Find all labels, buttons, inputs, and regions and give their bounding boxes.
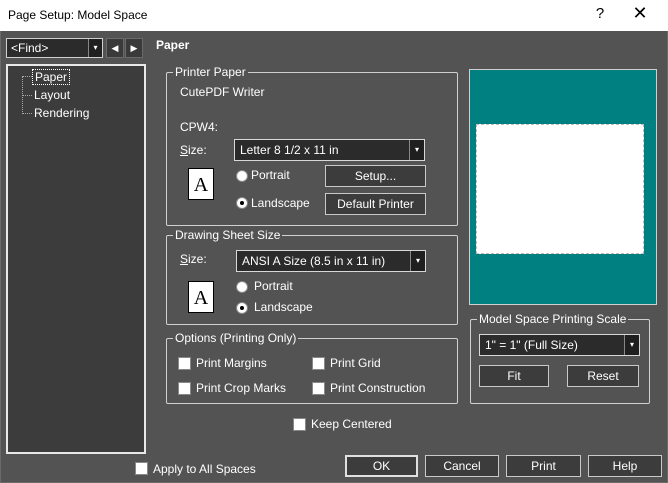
print-construction-checkbox[interactable]: [312, 382, 325, 395]
chevron-down-icon[interactable]: ▾: [409, 140, 424, 160]
printer-name: CutePDF Writer: [180, 85, 265, 99]
printer-paper-size-select[interactable]: Letter 8 1/2 x 11 in ▾: [234, 139, 425, 161]
section-title: Paper: [156, 38, 190, 52]
print-grid-label: Print Grid: [330, 356, 381, 370]
chevron-down-icon[interactable]: ▾: [410, 251, 425, 271]
size-mnemonic: S: [180, 143, 189, 157]
preview-paper: [476, 124, 644, 254]
printer-paper-size-value: Letter 8 1/2 x 11 in: [240, 143, 339, 157]
size-label-rest: ize:: [188, 252, 207, 266]
find-value: <Find>: [11, 41, 49, 55]
sheet-portrait-radio[interactable]: [236, 281, 248, 293]
sheet-portrait-label: Portrait: [254, 279, 293, 293]
scale-value: 1" = 1" (Full Size): [485, 338, 578, 352]
cancel-button[interactable]: Cancel: [425, 455, 499, 477]
page-preview: [469, 69, 657, 305]
tree-connector: [22, 113, 32, 114]
tree-item-layout[interactable]: Layout: [34, 88, 70, 102]
drawing-sheet-size-select[interactable]: ANSI A Size (8.5 in x 11 in) ▾: [236, 250, 426, 272]
tree-item-paper[interactable]: Paper: [32, 69, 71, 85]
scale-group: Model Space Printing Scale: [470, 312, 650, 404]
arrow-right-icon: ▶: [130, 43, 138, 53]
settings-tree: Paper Layout Rendering: [6, 64, 146, 454]
nav-back-button[interactable]: ◀: [106, 38, 124, 58]
size-mnemonic: S: [180, 252, 189, 266]
default-printer-button[interactable]: Default Printer: [325, 193, 426, 215]
fit-button[interactable]: Fit: [479, 365, 549, 387]
chevron-down-icon[interactable]: ▾: [624, 335, 639, 355]
sheet-orientation-icon: A: [188, 281, 216, 315]
sheet-landscape-label: Landscape: [254, 300, 313, 314]
landscape-radio[interactable]: [236, 197, 248, 209]
sheet-landscape-radio[interactable]: [236, 302, 248, 314]
landscape-label: Landscape: [251, 196, 310, 210]
print-button[interactable]: Print: [506, 455, 581, 477]
window-title: Page Setup: Model Space: [8, 8, 148, 22]
printer-size-label: Size:: [180, 143, 207, 157]
print-crop-marks-label: Print Crop Marks: [196, 381, 287, 395]
print-margins-label: Print Margins: [196, 356, 267, 370]
keep-centered-checkbox[interactable]: [293, 418, 306, 431]
page-orientation-icon: A: [188, 168, 216, 202]
keep-centered-label: Keep Centered: [311, 417, 392, 431]
print-grid-checkbox[interactable]: [312, 357, 325, 370]
print-margins-checkbox[interactable]: [178, 357, 191, 370]
printer-port: CPW4:: [180, 120, 219, 134]
drawing-sheet-size-value: ANSI A Size (8.5 in x 11 in): [242, 254, 386, 268]
close-icon[interactable]: ✕: [630, 3, 650, 24]
setup-button[interactable]: Setup...: [325, 165, 426, 187]
apply-all-spaces-label: Apply to All Spaces: [153, 462, 256, 476]
apply-all-spaces-checkbox[interactable]: [135, 462, 148, 475]
portrait-label: Portrait: [251, 168, 290, 182]
printer-paper-legend: Printer Paper: [173, 65, 248, 79]
tree-item-rendering[interactable]: Rendering: [34, 106, 89, 120]
size-label-rest: ize:: [188, 143, 207, 157]
print-crop-marks-checkbox[interactable]: [178, 382, 191, 395]
sheet-size-label: Size:: [180, 252, 207, 266]
ok-button[interactable]: OK: [345, 455, 418, 477]
drawing-sheet-legend: Drawing Sheet Size: [173, 228, 283, 242]
scale-legend: Model Space Printing Scale: [477, 312, 629, 326]
portrait-radio[interactable]: [236, 170, 248, 182]
chevron-down-icon[interactable]: ▾: [88, 39, 102, 57]
title-bar: Page Setup: Model Space ? ✕: [0, 0, 668, 31]
scale-select[interactable]: 1" = 1" (Full Size) ▾: [479, 334, 640, 356]
tree-connector: [22, 95, 32, 96]
help-icon[interactable]: ?: [590, 5, 610, 22]
arrow-left-icon: ◀: [111, 43, 119, 53]
nav-forward-button[interactable]: ▶: [125, 38, 143, 58]
find-combobox[interactable]: <Find> ▾: [6, 38, 103, 58]
help-button[interactable]: Help: [588, 455, 662, 477]
reset-button[interactable]: Reset: [567, 365, 639, 387]
print-construction-label: Print Construction: [330, 381, 426, 395]
tree-connector: [22, 76, 32, 77]
options-legend: Options (Printing Only): [173, 331, 299, 345]
